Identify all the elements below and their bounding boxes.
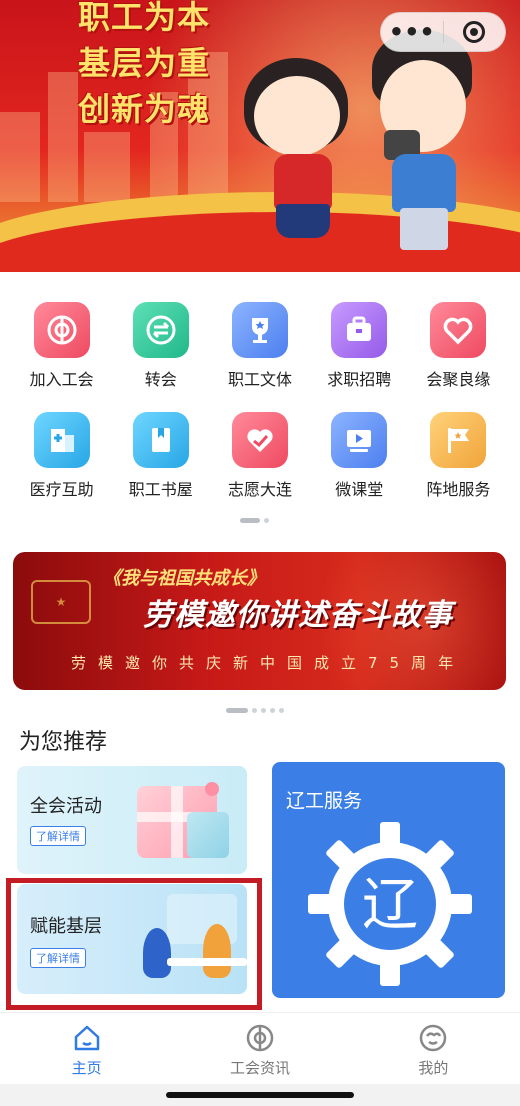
hospital-icon <box>33 412 90 468</box>
logo-character: 辽 <box>362 873 418 938</box>
volunteer-heart-icon <box>231 412 288 468</box>
tab-label: 我的 <box>418 1059 449 1077</box>
desk-illustration <box>167 958 247 966</box>
promo-badge-icon: ★ <box>31 580 91 624</box>
service-label: 加入工会 <box>29 370 94 389</box>
recommend-title: 为您推荐 <box>19 730 108 755</box>
pager-dot <box>279 708 284 713</box>
service-transfer[interactable]: 转会 <box>111 302 210 390</box>
pager-dot <box>270 708 275 713</box>
pager-dot <box>264 518 269 523</box>
transfer-icon <box>132 302 189 358</box>
service-jobs[interactable]: 求职招聘 <box>310 302 409 390</box>
hero-slogan-1: 职工为本 <box>78 0 211 36</box>
cartoon-boy <box>362 30 492 250</box>
service-matchmaking[interactable]: 会聚良缘 <box>409 302 508 390</box>
service-label: 职工文体 <box>227 370 292 389</box>
tab-union-news[interactable]: 工会资讯 <box>173 1013 346 1084</box>
service-culture-sports[interactable]: 职工文体 <box>210 302 309 390</box>
main-card: 加入工会 转会 职工文体 求职招聘 会聚良缘 医疗互助 职工书屋 志愿大连 微课… <box>0 272 520 1052</box>
building <box>84 132 130 202</box>
tab-profile[interactable]: 我的 <box>347 1013 520 1084</box>
home-indicator-bar <box>0 1084 520 1106</box>
briefcase-icon <box>331 302 388 358</box>
tab-label: 工会资讯 <box>229 1059 290 1077</box>
tile-liaogong-service[interactable]: 辽工服务 辽 <box>272 762 505 998</box>
building <box>48 72 78 202</box>
pager-dot <box>261 708 266 713</box>
service-position[interactable]: 阵地服务 <box>409 412 508 500</box>
promo-title: 劳模邀你讲述奋斗故事 <box>143 598 453 633</box>
union-emblem-icon <box>33 302 90 358</box>
person-illustration <box>203 924 231 978</box>
gear-logo-icon: 辽 <box>308 822 472 986</box>
learn-more-button[interactable]: 了解详情 <box>30 826 86 846</box>
grid-pager <box>240 518 269 523</box>
hero-slogan-2: 基层为重 <box>78 44 211 82</box>
learn-more-button[interactable]: 了解详情 <box>30 948 86 968</box>
home-icon <box>72 1023 102 1053</box>
more-dots-icon[interactable]: ••• <box>381 20 443 44</box>
service-grid: 加入工会 转会 职工文体 求职招聘 会聚良缘 医疗互助 职工书屋 志愿大连 微课… <box>12 302 508 500</box>
home-indicator[interactable] <box>166 1092 354 1098</box>
service-label: 阵地服务 <box>426 480 491 499</box>
service-book-house[interactable]: 职工书屋 <box>111 412 210 500</box>
pager-dot-active <box>240 518 260 523</box>
person-illustration <box>143 928 171 978</box>
hero-slogan-3: 创新为魂 <box>78 90 211 128</box>
service-micro-class[interactable]: 微课堂 <box>310 412 409 500</box>
gift-box-illustration <box>187 812 229 858</box>
bottom-tab-bar: 主页 工会资讯 我的 <box>0 1012 520 1084</box>
tile-title: 辽工服务 <box>286 790 363 812</box>
promo-banner[interactable]: ★ 《我与祖国共成长》 劳模邀你讲述奋斗故事 劳模邀你共庆新中国成立75周年 <box>13 552 506 690</box>
promo-caption: 劳模邀你共庆新中国成立75周年 <box>71 654 466 672</box>
heart-icon <box>430 302 487 358</box>
profile-icon <box>418 1023 448 1053</box>
promo-subtitle: 《我与祖国共成长》 <box>103 568 265 589</box>
pager-dot-active <box>226 708 248 713</box>
flag-icon <box>430 412 487 468</box>
service-label: 转会 <box>144 370 177 389</box>
video-class-icon <box>331 412 388 468</box>
service-volunteer[interactable]: 志愿大连 <box>210 412 309 500</box>
service-label: 医疗互助 <box>29 480 94 499</box>
union-news-icon <box>245 1023 275 1053</box>
banner-pager <box>226 708 284 713</box>
service-label: 微课堂 <box>335 480 384 499</box>
tile-all-activities[interactable]: 全会活动 了解详情 <box>17 766 247 874</box>
tile-title: 赋能基层 <box>30 916 102 937</box>
mini-program-capsule: ••• <box>380 12 506 52</box>
service-join-union[interactable]: 加入工会 <box>12 302 111 390</box>
service-label: 职工书屋 <box>128 480 193 499</box>
book-icon <box>132 412 189 468</box>
hero-banner[interactable]: 职工为本 基层为重 创新为魂 ••• <box>0 0 520 272</box>
building <box>0 112 40 202</box>
balloon-icon <box>205 782 219 796</box>
service-label: 会聚良缘 <box>426 370 491 389</box>
tab-home[interactable]: 主页 <box>0 1013 173 1084</box>
service-label: 志愿大连 <box>227 480 292 499</box>
tab-label: 主页 <box>71 1059 102 1077</box>
trophy-icon <box>231 302 288 358</box>
target-close-icon[interactable] <box>443 21 505 43</box>
pager-dot <box>252 708 257 713</box>
tile-empower-grassroots[interactable]: 赋能基层 了解详情 <box>17 884 247 994</box>
service-label: 求职招聘 <box>327 370 392 389</box>
service-medical-aid[interactable]: 医疗互助 <box>12 412 111 500</box>
tile-title: 全会活动 <box>30 796 102 817</box>
cartoon-girl <box>236 58 366 258</box>
